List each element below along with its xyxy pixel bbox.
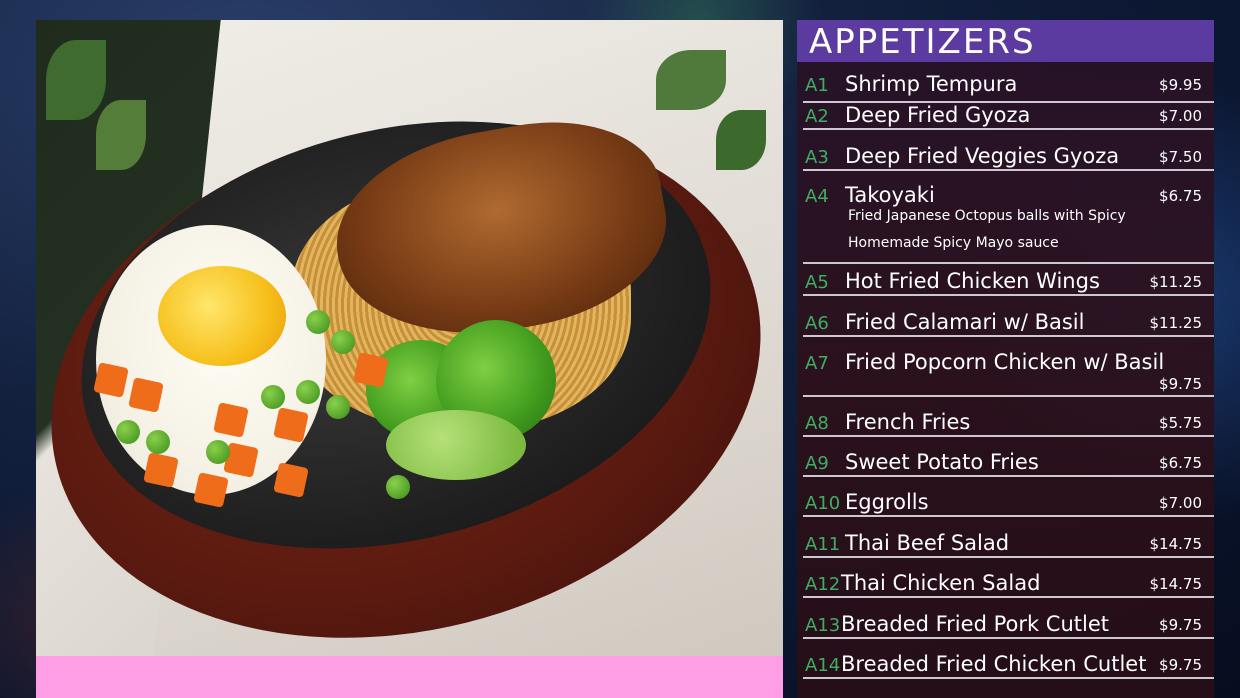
item-name: Thai Chicken Salad bbox=[841, 571, 1041, 595]
pea bbox=[146, 430, 170, 454]
item-divider bbox=[803, 335, 1214, 337]
item-divider bbox=[803, 294, 1214, 296]
item-code: A1 bbox=[805, 75, 829, 96]
item-name: Fried Popcorn Chicken w/ Basil bbox=[845, 350, 1165, 374]
item-divider bbox=[803, 262, 1214, 264]
pea bbox=[261, 385, 285, 409]
pea bbox=[326, 395, 350, 419]
item-divider bbox=[803, 596, 1214, 598]
item-code: A14 bbox=[805, 655, 841, 676]
item-divider bbox=[803, 435, 1214, 437]
item-divider bbox=[803, 556, 1214, 558]
item-divider bbox=[803, 677, 1214, 679]
pink-bar bbox=[36, 656, 783, 698]
item-price: $7.00 bbox=[1159, 107, 1202, 125]
pea bbox=[331, 330, 355, 354]
menu-title: APPETIZERS bbox=[809, 22, 1036, 62]
pea bbox=[206, 440, 230, 464]
item-code: A11 bbox=[805, 534, 841, 555]
item-name: Thai Beef Salad bbox=[845, 531, 1010, 555]
item-name: Shrimp Tempura bbox=[845, 72, 1018, 96]
item-code: A12 bbox=[805, 574, 841, 595]
carrot-piece bbox=[353, 352, 389, 388]
item-code: A13 bbox=[805, 615, 841, 636]
leaf-decoration bbox=[716, 110, 766, 170]
item-name: Fried Calamari w/ Basil bbox=[845, 310, 1085, 334]
carrot-piece bbox=[193, 472, 229, 508]
item-price: $5.75 bbox=[1159, 414, 1202, 432]
item-code: A3 bbox=[805, 147, 829, 168]
item-code: A5 bbox=[805, 272, 829, 293]
appetizers-menu: APPETIZERS A1 Shrimp Tempura $9.95 A2 De… bbox=[797, 20, 1214, 698]
pea bbox=[296, 380, 320, 404]
item-price: $6.75 bbox=[1159, 187, 1202, 205]
fried-egg-yolk bbox=[158, 266, 286, 366]
leaf-decoration bbox=[46, 40, 106, 120]
item-price: $11.25 bbox=[1149, 273, 1203, 291]
carrot-piece bbox=[273, 407, 309, 443]
item-name: Sweet Potato Fries bbox=[845, 450, 1039, 474]
item-price: $9.75 bbox=[1159, 656, 1202, 674]
item-divider bbox=[803, 515, 1214, 517]
item-divider bbox=[803, 169, 1214, 171]
item-divider bbox=[803, 395, 1214, 397]
item-description: Homemade Spicy Mayo sauce bbox=[848, 235, 1059, 251]
item-code: A2 bbox=[805, 106, 829, 127]
food-photo bbox=[36, 20, 783, 656]
pea bbox=[306, 310, 330, 334]
carrot-piece bbox=[93, 362, 129, 398]
item-name: Deep Fried Veggies Gyoza bbox=[845, 144, 1120, 168]
carrot-piece bbox=[213, 402, 249, 438]
pea bbox=[386, 475, 410, 499]
item-divider bbox=[803, 637, 1214, 639]
item-code: A9 bbox=[805, 453, 829, 474]
item-price: $14.75 bbox=[1149, 535, 1203, 553]
item-code: A8 bbox=[805, 413, 829, 434]
item-price: $6.75 bbox=[1159, 454, 1202, 472]
leaf-decoration bbox=[96, 100, 146, 170]
item-name: Eggrolls bbox=[845, 490, 929, 514]
item-name: French Fries bbox=[845, 410, 971, 434]
item-price: $9.95 bbox=[1159, 76, 1202, 94]
carrot-piece bbox=[128, 377, 164, 413]
item-price: $7.50 bbox=[1159, 148, 1202, 166]
carrot-piece bbox=[273, 462, 309, 498]
item-description: Fried Japanese Octopus balls with Spicy bbox=[848, 208, 1126, 224]
item-name: Deep Fried Gyoza bbox=[845, 103, 1031, 127]
item-price: $7.00 bbox=[1159, 494, 1202, 512]
carrot-piece bbox=[143, 452, 179, 488]
item-price: $9.75 bbox=[1159, 375, 1202, 393]
item-name: Breaded Fried Pork Cutlet bbox=[841, 612, 1109, 636]
item-divider bbox=[803, 128, 1214, 130]
item-code: A6 bbox=[805, 313, 829, 334]
item-name: Breaded Fried Chicken Cutlet bbox=[841, 652, 1147, 676]
item-name: Hot Fried Chicken Wings bbox=[845, 269, 1100, 293]
item-divider bbox=[803, 475, 1214, 477]
item-code: A10 bbox=[805, 493, 841, 514]
menu-header: APPETIZERS bbox=[797, 20, 1214, 62]
leaf-decoration bbox=[656, 50, 726, 110]
item-price: $14.75 bbox=[1149, 575, 1203, 593]
pea bbox=[116, 420, 140, 444]
item-price: $11.25 bbox=[1149, 314, 1203, 332]
item-price: $9.75 bbox=[1159, 616, 1202, 634]
broccoli bbox=[386, 410, 526, 480]
item-code: A7 bbox=[805, 353, 829, 374]
item-code: A4 bbox=[805, 186, 829, 207]
